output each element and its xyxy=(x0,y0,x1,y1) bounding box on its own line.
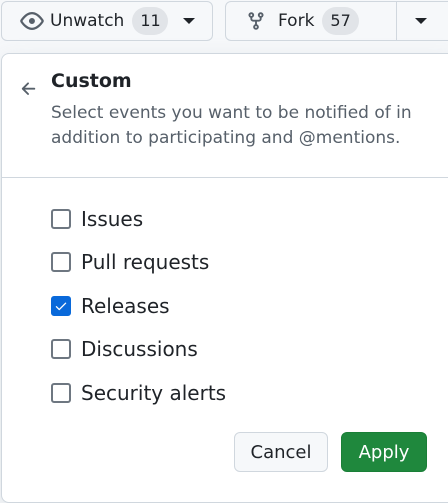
option-label: Releases xyxy=(81,293,170,318)
panel-title: Custom xyxy=(51,70,132,92)
caret-down-icon xyxy=(182,18,195,24)
panel-header: Custom Select events you want to be noti… xyxy=(2,54,448,178)
caret-down-icon xyxy=(415,18,427,24)
unwatch-button[interactable]: Unwatch 11 xyxy=(2,2,169,40)
arrow-left-icon xyxy=(19,79,39,99)
option-releases[interactable]: Releases xyxy=(51,284,226,328)
option-security-alerts[interactable]: Security alerts xyxy=(51,371,226,415)
issues-checkbox[interactable] xyxy=(51,208,71,229)
option-label: Security alerts xyxy=(81,380,227,405)
fork-label: Fork xyxy=(278,11,315,31)
discussions-checkbox[interactable] xyxy=(51,339,71,360)
repo-action-bar: Unwatch 11 Fork 57 xyxy=(0,0,448,44)
watchers-count: 11 xyxy=(132,7,169,35)
check-icon xyxy=(55,302,67,310)
cancel-button[interactable]: Cancel xyxy=(234,432,328,472)
watch-button-group: Unwatch 11 xyxy=(1,1,213,41)
option-label: Discussions xyxy=(81,337,198,362)
repo-forked-icon xyxy=(246,11,266,31)
panel-description: Select events you want to be notified of… xyxy=(51,103,412,148)
watch-options-dropdown[interactable] xyxy=(165,2,212,40)
back-button[interactable] xyxy=(16,76,42,102)
custom-notifications-panel: Custom Select events you want to be noti… xyxy=(1,53,448,503)
option-pull-requests[interactable]: Pull requests xyxy=(51,241,226,285)
fork-button-group: Fork 57 xyxy=(225,1,448,41)
unwatch-label: Unwatch xyxy=(50,11,125,31)
option-label: Issues xyxy=(81,206,144,231)
option-label: Pull requests xyxy=(81,250,210,275)
eye-icon xyxy=(20,9,44,33)
fork-options-dropdown[interactable] xyxy=(397,2,445,40)
event-options-list: Issues Pull requests Releases Discussion… xyxy=(51,197,226,415)
option-issues[interactable]: Issues xyxy=(51,197,226,241)
releases-checkbox[interactable] xyxy=(51,295,71,316)
apply-button[interactable]: Apply xyxy=(341,432,427,472)
forks-count: 57 xyxy=(322,7,359,35)
pull-requests-checkbox[interactable] xyxy=(51,252,71,273)
security-alerts-checkbox[interactable] xyxy=(51,382,71,403)
option-discussions[interactable]: Discussions xyxy=(51,328,226,372)
fork-button[interactable]: Fork 57 xyxy=(226,2,386,40)
